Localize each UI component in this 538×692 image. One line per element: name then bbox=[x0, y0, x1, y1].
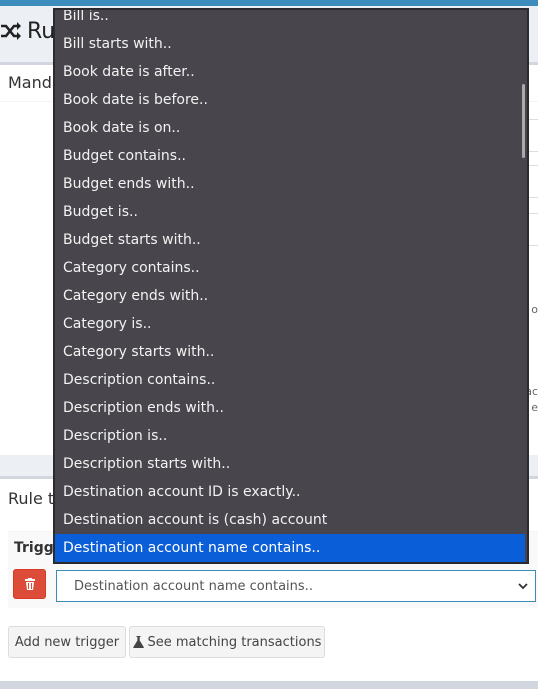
dropdown-option[interactable]: Budget is.. bbox=[55, 198, 525, 226]
dropdown-option[interactable]: Book date is before.. bbox=[55, 86, 525, 114]
dropdown-option[interactable]: Budget ends with.. bbox=[55, 170, 525, 198]
rule-triggers-title: Rule t bbox=[8, 489, 55, 508]
add-new-trigger-label: Add new trigger bbox=[14, 634, 120, 650]
dropdown-option[interactable]: Bill starts with.. bbox=[55, 30, 525, 58]
footer-strip bbox=[0, 681, 538, 689]
page-title: Ru bbox=[27, 19, 56, 44]
dropdown-option[interactable]: Bill is.. bbox=[55, 10, 525, 30]
dropdown-option[interactable]: Budget starts with.. bbox=[55, 226, 525, 254]
dropdown-option[interactable]: Category is.. bbox=[55, 310, 525, 338]
clipped-text-3: e bbox=[531, 401, 538, 414]
dropdown-option[interactable]: Description starts with.. bbox=[55, 450, 525, 478]
dropdown-option[interactable]: Description is.. bbox=[55, 422, 525, 450]
see-matching-transactions-label: See matching transactions bbox=[147, 634, 322, 650]
trigger-type-dropdown-list[interactable]: Bill is.. Bill starts with.. Book date i… bbox=[53, 8, 529, 564]
dropdown-option[interactable]: Destination account ID is exactly.. bbox=[55, 478, 525, 506]
add-new-trigger-button[interactable]: Add new trigger bbox=[8, 626, 126, 658]
delete-trigger-button[interactable] bbox=[13, 569, 46, 599]
dropdown-option[interactable]: Budget contains.. bbox=[55, 142, 525, 170]
trash-icon bbox=[24, 578, 35, 590]
dropdown-option[interactable]: Book date is after.. bbox=[55, 58, 525, 86]
flask-icon bbox=[132, 636, 144, 648]
dropdown-option[interactable]: Book date is on.. bbox=[55, 114, 525, 142]
dropdown-option[interactable]: Category contains.. bbox=[55, 254, 525, 282]
dropdown-option-selected[interactable]: Destination account name contains.. bbox=[55, 534, 525, 562]
shuffle-icon bbox=[1, 22, 21, 40]
dropdown-option[interactable]: Description contains.. bbox=[55, 366, 525, 394]
dropdown-option[interactable]: Destination account is (cash) account bbox=[55, 506, 525, 534]
see-matching-transactions-button[interactable]: See matching transactions bbox=[129, 626, 325, 658]
trigger-type-value: Destination account name contains.. bbox=[74, 579, 313, 594]
dropdown-scrollbar[interactable] bbox=[522, 84, 525, 158]
dropdown-option[interactable]: Category ends with.. bbox=[55, 282, 525, 310]
chevron-down-icon bbox=[518, 583, 528, 590]
dropdown-option[interactable]: Description ends with.. bbox=[55, 394, 525, 422]
trigger-type-select[interactable]: Destination account name contains.. bbox=[56, 570, 536, 602]
clipped-text-1: o bbox=[531, 303, 538, 316]
dropdown-option[interactable]: Category starts with.. bbox=[55, 338, 525, 366]
